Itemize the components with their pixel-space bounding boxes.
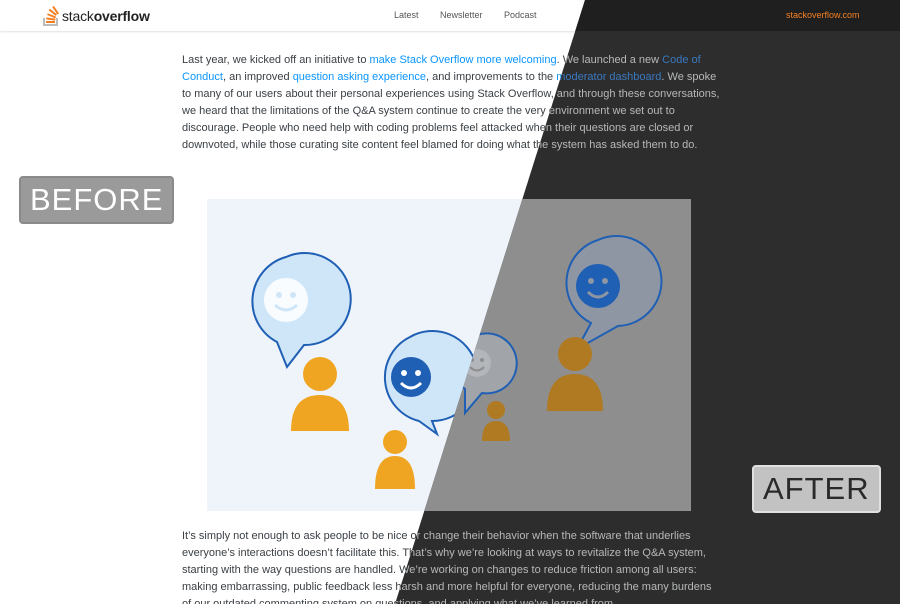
link-question-asking[interactable]: question asking experience (293, 71, 426, 83)
link-moderator-dashboard-dark[interactable]: moderator dashboard (556, 71, 661, 83)
stackoverflow-logo[interactable]: stackoverflow (43, 4, 150, 28)
nav-latest[interactable]: Latest (394, 10, 419, 20)
stack-icon (43, 6, 59, 26)
site-link[interactable]: stackoverflow.com (786, 10, 860, 20)
before-label: BEFORE (19, 176, 175, 224)
logo-text: stackoverflow (62, 8, 150, 24)
link-make-welcoming[interactable]: make Stack Overflow more welcoming (370, 54, 557, 66)
after-label: AFTER (752, 465, 881, 513)
nav-podcast[interactable]: Podcast (504, 10, 537, 20)
nav-newsletter[interactable]: Newsletter (440, 10, 483, 20)
